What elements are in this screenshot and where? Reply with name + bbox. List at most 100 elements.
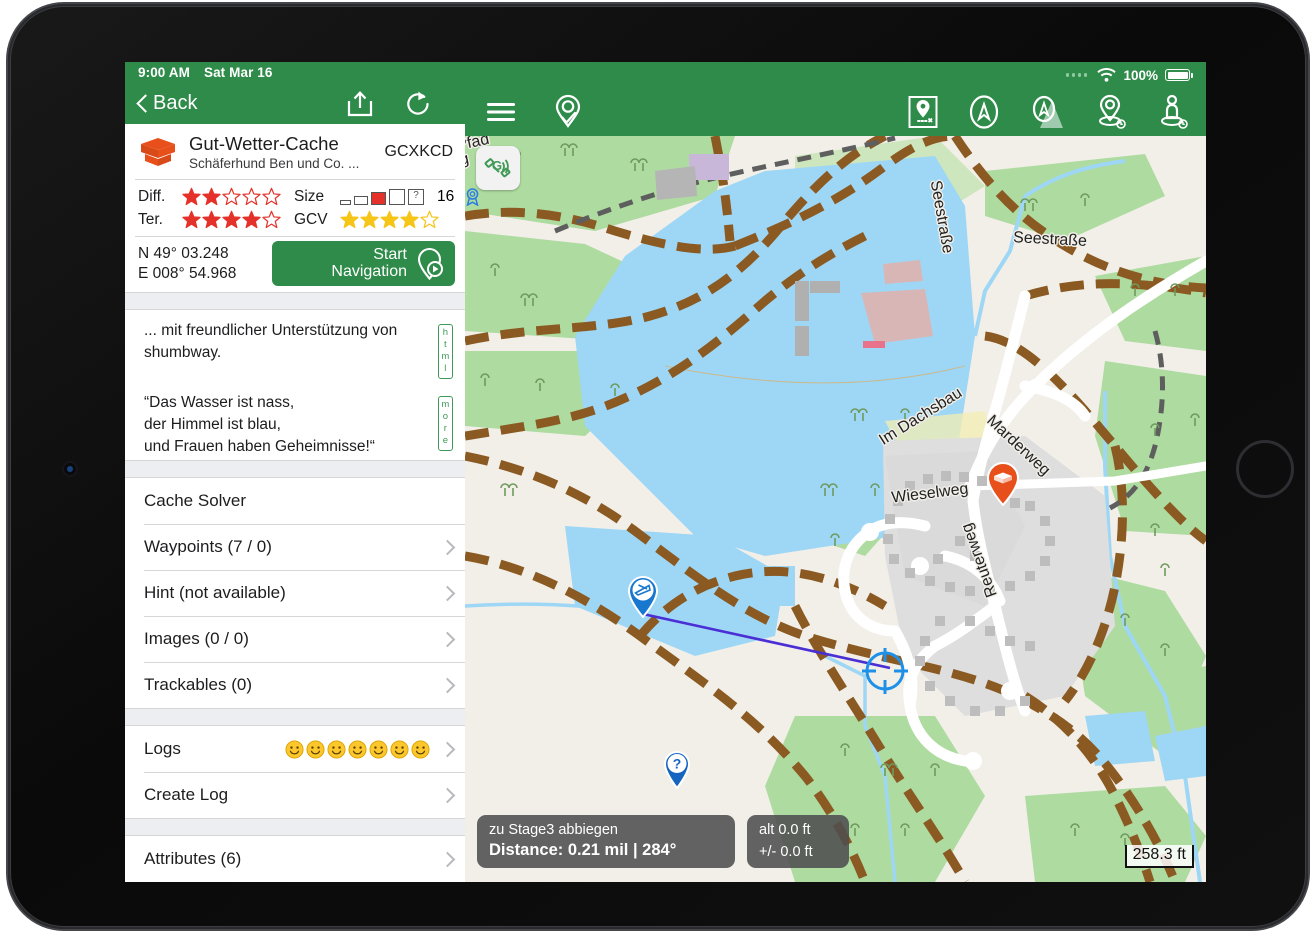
- menu-item-cache-solver[interactable]: Cache Solver: [125, 478, 465, 524]
- smiley-icon: [306, 739, 325, 759]
- svg-text:G: G: [492, 158, 502, 173]
- smiley-icon: [390, 739, 409, 759]
- star-icon: [400, 210, 419, 229]
- gps-status-button[interactable]: G: [476, 146, 520, 190]
- size-box-1: [340, 188, 351, 206]
- quote-line-1: “Das Wasser ist nass,: [144, 394, 295, 411]
- html-toggle-tag[interactable]: html: [438, 324, 453, 379]
- menu-item-logs[interactable]: Logs: [125, 726, 465, 772]
- menu-item-images[interactable]: Images (0 / 0): [125, 616, 465, 662]
- chevron-right-icon: [442, 631, 451, 647]
- star-icon: [202, 187, 221, 206]
- favorites-count: 16: [437, 187, 455, 205]
- smiley-icon: [369, 739, 388, 759]
- map-panel[interactable]: ♈: [465, 62, 1206, 882]
- map-top-bar: 100%: [465, 62, 1206, 136]
- menu-item-create-log[interactable]: Create Log: [125, 772, 465, 818]
- menu-item-trackables[interactable]: Trackables (0): [125, 662, 465, 708]
- status-date: Sat Mar 16: [203, 65, 273, 81]
- size-box-5: ?: [408, 188, 424, 206]
- menu-item-label: Trackables (0): [144, 675, 253, 694]
- menu-item-waypoints[interactable]: Waypoints (7 / 0): [125, 524, 465, 570]
- star-icon: [222, 210, 241, 229]
- back-label: Back: [153, 92, 198, 115]
- menu-item-label: Create Log: [144, 785, 229, 804]
- back-button[interactable]: Back: [137, 92, 197, 115]
- description-paragraph-1: ... mit freundlicher Unterstützung von s…: [144, 322, 398, 361]
- more-toggle-tag[interactable]: more: [438, 396, 453, 451]
- size-label: Size: [294, 187, 325, 205]
- smiley-icon: [411, 739, 430, 759]
- chevron-right-icon: [442, 585, 451, 601]
- question-pin-marker[interactable]: ?: [663, 751, 691, 789]
- star-icon: [182, 210, 201, 229]
- menu-icon[interactable]: [487, 102, 515, 122]
- terrain-label: Ter.: [138, 210, 163, 228]
- altitude-accuracy: +/- 0.0 ft: [759, 844, 813, 860]
- share-icon[interactable]: [345, 90, 375, 118]
- chevron-right-icon: [442, 851, 451, 867]
- front-camera: [62, 461, 78, 477]
- refresh-icon[interactable]: [403, 89, 433, 119]
- sidebar-navbar: Back: [125, 83, 465, 125]
- compass-icon[interactable]: [968, 95, 1000, 129]
- description-paragraph-2: “Das Wasser ist nass, der Himmel ist bla…: [125, 392, 465, 458]
- cache-title: Gut-Wetter-Cache: [189, 133, 339, 155]
- size-box-3: [371, 188, 386, 206]
- menu-item-hint[interactable]: Hint (not available): [125, 570, 465, 616]
- person-pin-icon[interactable]: [1158, 94, 1190, 130]
- cache-description: ... mit freundlicher Unterstützung von s…: [125, 310, 465, 460]
- star-icon: [242, 210, 261, 229]
- latitude-value: N 49° 03.248: [138, 245, 229, 263]
- map-canvas[interactable]: ♈: [465, 104, 1206, 882]
- menu-item-label: Images (0 / 0): [144, 629, 249, 648]
- menu-group-1: Cache Solver Waypoints (7 / 0) Hint (not…: [125, 478, 465, 708]
- size-indicator: ?: [340, 188, 424, 206]
- compass-beam-icon[interactable]: [1030, 94, 1066, 130]
- nav-instruction: zu Stage3 abbiegen: [489, 822, 618, 838]
- chevron-left-icon: [137, 94, 148, 113]
- smiley-icon: [285, 739, 304, 759]
- menu-item-label: Attributes (6): [144, 849, 242, 868]
- star-icon: [420, 210, 439, 229]
- device-screen: 9:00 AM Sat Mar 16 Back Gut-Wetter-Cache…: [125, 62, 1206, 882]
- terrain-stars: [182, 210, 281, 229]
- wifi-icon: [1097, 68, 1117, 82]
- map-pin-route-icon[interactable]: [908, 95, 938, 129]
- screenshot-root: 9:00 AM Sat Mar 16 Back Gut-Wetter-Cache…: [0, 0, 1316, 933]
- star-icon: [360, 210, 379, 229]
- navigation-info-box: zu Stage3 abbiegen Distance: 0.21 mil | …: [477, 815, 735, 868]
- battery-percent: 100%: [1123, 67, 1158, 83]
- section-gap: [125, 818, 465, 836]
- pin-check-icon[interactable]: [553, 94, 583, 130]
- start-nav-line1: Start: [373, 245, 407, 263]
- star-icon: [262, 210, 281, 229]
- start-nav-line2: Navigation: [331, 262, 407, 280]
- map-scale-bar: 258.3 ft: [1124, 845, 1194, 868]
- cache-header[interactable]: Gut-Wetter-Cache Schäferhund Ben und Co.…: [125, 124, 465, 180]
- menu-item-attributes[interactable]: Attributes (6): [125, 836, 465, 882]
- crosshair-marker[interactable]: [862, 648, 908, 694]
- pin-live-icon[interactable]: [1096, 94, 1128, 130]
- battery-full-icon: [1165, 69, 1193, 81]
- quote-line-3: und Frauen haben Geheimnisse!“: [144, 438, 375, 455]
- status-time: 9:00 AM: [138, 65, 190, 81]
- size-row: Size ? 16: [294, 185, 480, 208]
- difficulty-stars: [182, 187, 281, 206]
- size-box-2: [354, 188, 368, 206]
- chevron-right-icon: [442, 677, 451, 693]
- favorite-ribbon-icon: [465, 187, 480, 206]
- star-icon: [262, 187, 281, 206]
- waypoint-pin-marker[interactable]: [627, 576, 659, 618]
- section-gap: [125, 292, 465, 310]
- cache-pin-marker[interactable]: [986, 462, 1020, 506]
- coordinates-row: N 49° 03.248 E 008° 54.968 Start Navigat…: [125, 237, 465, 292]
- cache-detail-sidebar: 9:00 AM Sat Mar 16 Back Gut-Wetter-Cache…: [125, 62, 479, 882]
- map-status-line: 100%: [465, 62, 1206, 88]
- menu-item-label: Logs: [144, 739, 181, 758]
- home-button[interactable]: [1236, 440, 1294, 498]
- start-navigation-button[interactable]: Start Navigation: [272, 241, 455, 286]
- gcv-stars: [340, 210, 439, 229]
- star-icon: [202, 210, 221, 229]
- star-icon: [242, 187, 261, 206]
